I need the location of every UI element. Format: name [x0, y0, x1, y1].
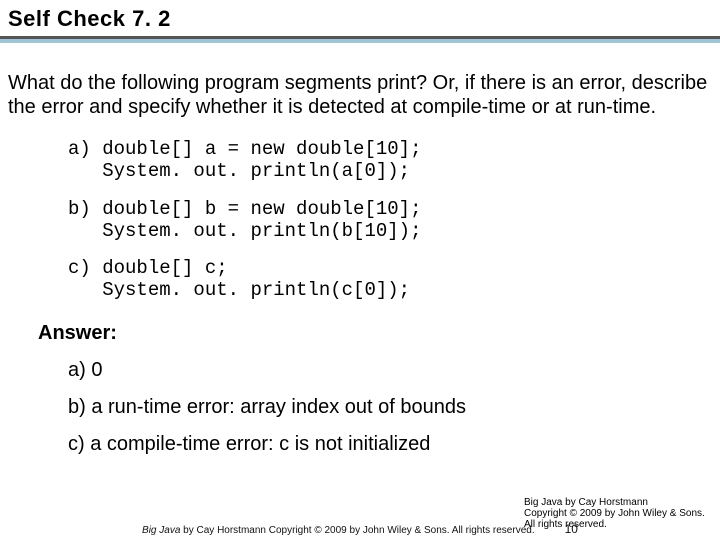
slide-body: What do the following program segments p…	[0, 43, 720, 456]
code-line: System. out. println(a[0]);	[102, 160, 410, 182]
slide-footer-right: Big Java by Cay Horstmann Copyright © 20…	[524, 497, 714, 530]
slide-heading: Self Check 7. 2	[0, 0, 720, 39]
question-text: What do the following program segments p…	[8, 71, 712, 119]
code-segment-a: a) double[] a = new double[10]; System. …	[68, 139, 712, 183]
footer-book-title-right: Big Java	[524, 497, 562, 508]
answer-list: a) 0 b) a run-time error: array index ou…	[68, 359, 712, 456]
answer-item-a: a) 0	[68, 359, 712, 382]
footer-copyright-right: Copyright © 2009 by John Wiley & Sons. A…	[524, 508, 705, 530]
answer-heading: Answer:	[38, 322, 712, 345]
answer-item-c: c) a compile-time error: c is not initia…	[68, 433, 712, 456]
answer-block: Answer: a) 0 b) a run-time error: array …	[38, 322, 712, 456]
code-line: double[] c;	[102, 257, 227, 279]
answer-item-b: b) a run-time error: array index out of …	[68, 396, 712, 419]
footer-book-title: Big Java	[142, 525, 180, 536]
code-segment-c: c) double[] c; System. out. println(c[0]…	[68, 258, 712, 302]
footer-byline-right: by Cay Horstmann	[565, 497, 648, 508]
code-segments-list: a) double[] a = new double[10]; System. …	[68, 139, 712, 302]
segment-label: a)	[68, 138, 91, 160]
code-line: System. out. println(c[0]);	[102, 279, 410, 301]
segment-label: c)	[68, 257, 91, 279]
footer-copyright: Copyright © 2009 by John Wiley & Sons. A…	[269, 525, 535, 536]
code-line: double[] a = new double[10];	[102, 138, 421, 160]
code-segment-b: b) double[] b = new double[10]; System. …	[68, 199, 712, 243]
code-line: System. out. println(b[10]);	[102, 220, 421, 242]
segment-label: b)	[68, 198, 91, 220]
footer-byline: by Cay Horstmann	[183, 525, 266, 536]
code-line: double[] b = new double[10];	[102, 198, 421, 220]
